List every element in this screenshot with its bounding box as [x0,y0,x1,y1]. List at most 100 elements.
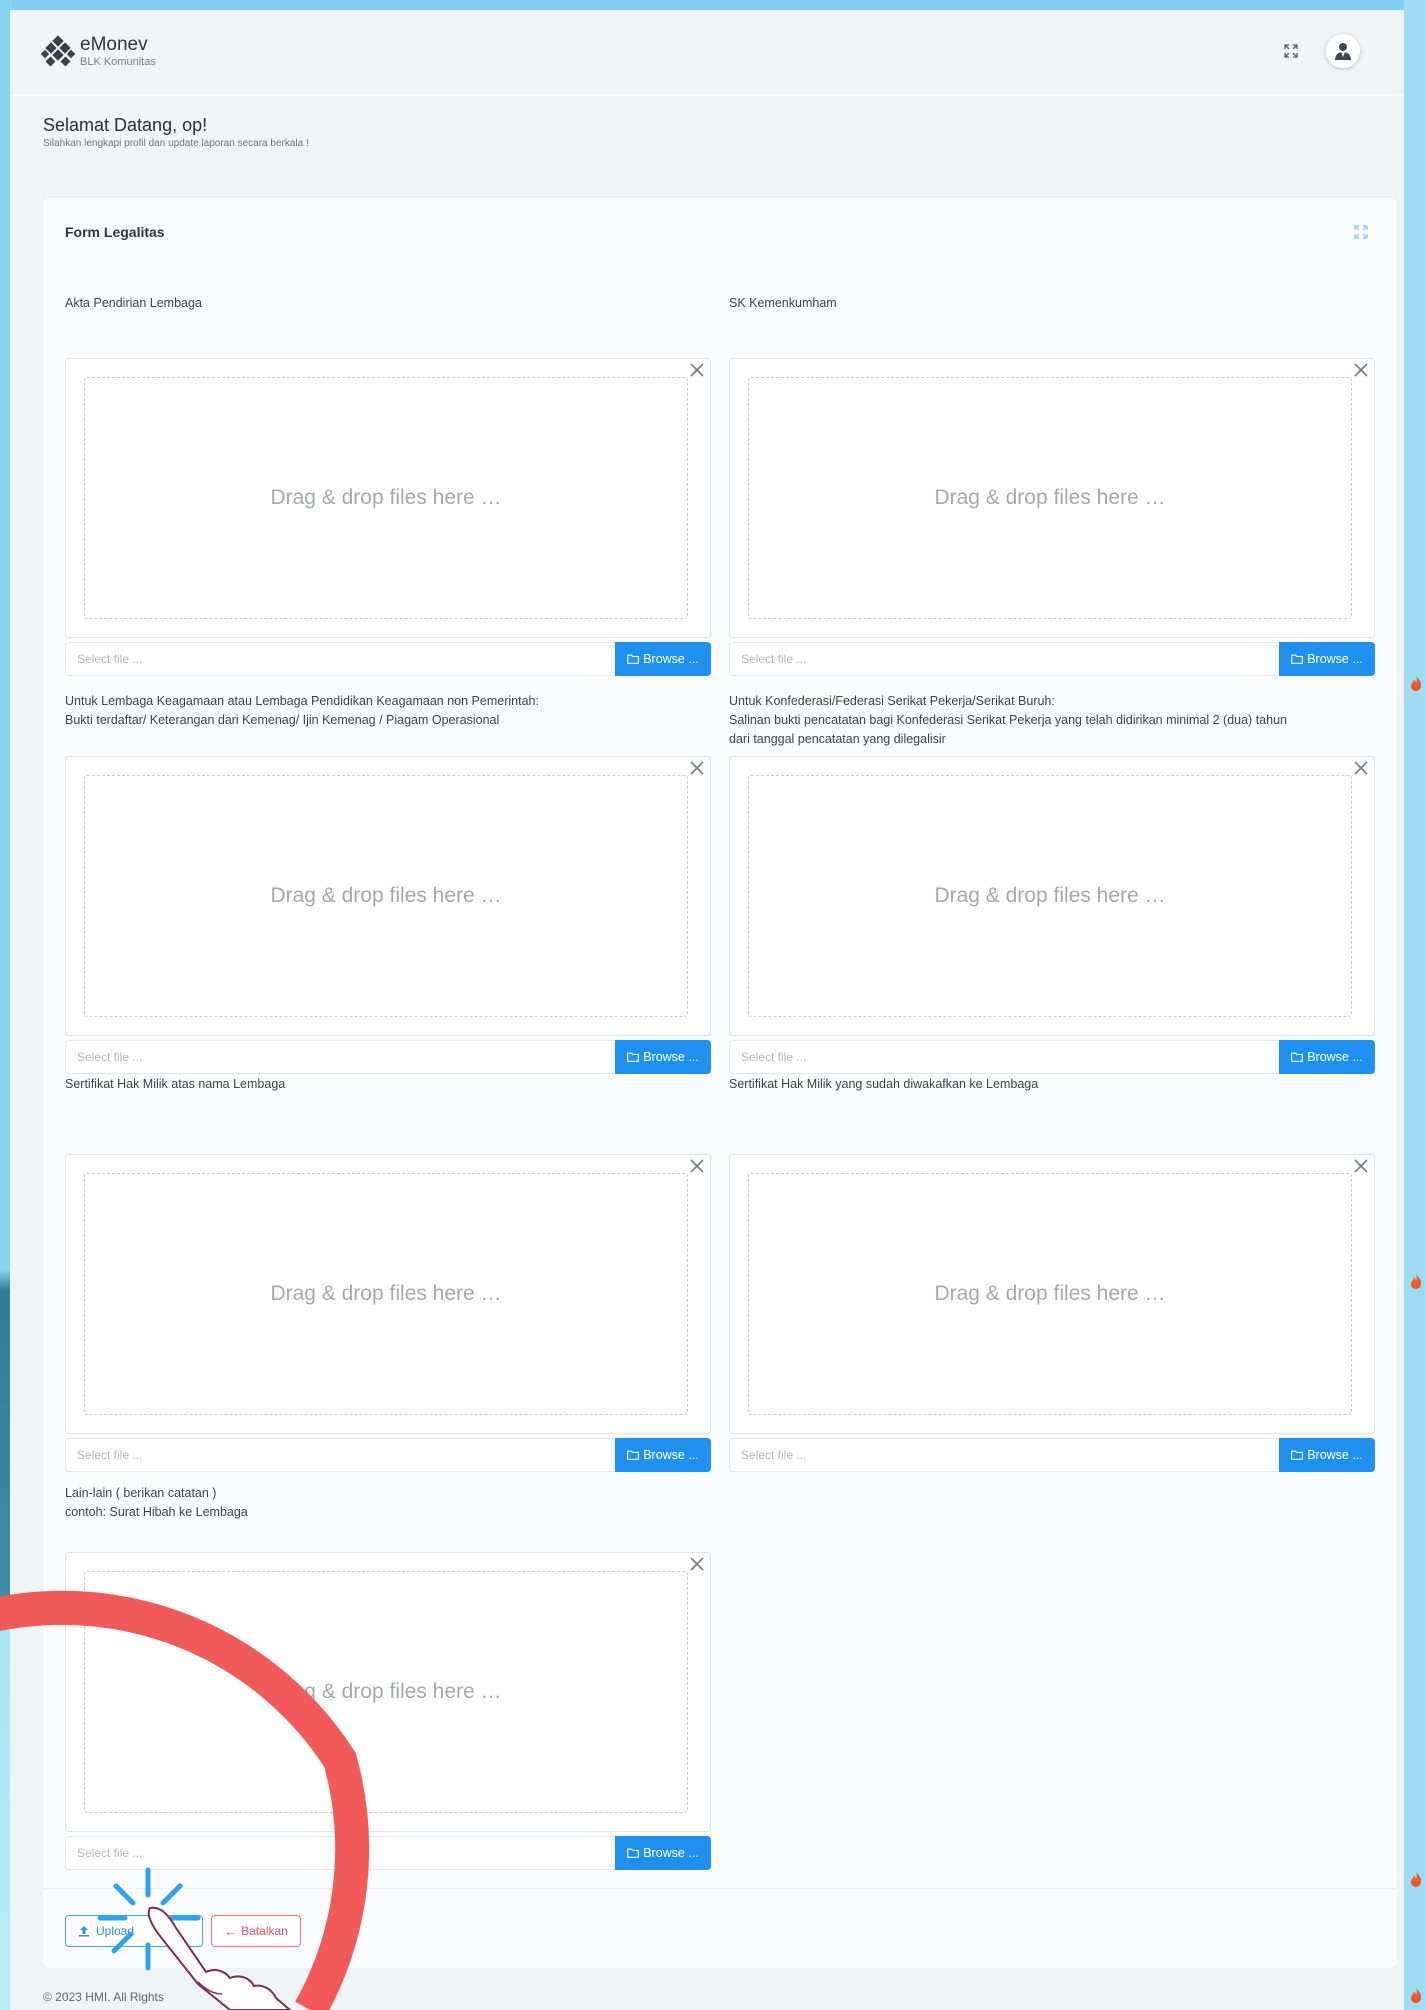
browse-button-label: Browse ... [1307,1050,1363,1064]
label-line: dari tanggal pencatatan yang dilegalisir [729,732,946,746]
browse-button[interactable]: Browse ... [615,1438,711,1472]
dropzone-area[interactable]: Drag & drop files here … [84,775,688,1017]
form-legalitas-card: Form Legalitas Akta Pendirian Lembaga SK… [43,198,1397,1968]
fullscreen-icon[interactable] [1278,38,1304,64]
fire-icon [1411,1871,1422,1887]
browse-button[interactable]: Browse ... [615,1836,711,1870]
label-konfederasi: Untuk Konfederasi/Federasi Serikat Peker… [729,692,1379,749]
label-sk-kemenkumham: SK Kemenkumham [729,294,1369,313]
folder-icon [1291,1052,1304,1062]
dropzone-text: Drag & drop files here … [270,1680,502,1703]
folder-icon [627,654,640,664]
file-path-input[interactable] [729,1040,1279,1074]
dropzone-area[interactable]: Drag & drop files here … [84,1173,688,1415]
browse-button[interactable]: Browse ... [615,642,711,676]
user-avatar[interactable] [1326,34,1360,68]
folder-icon [627,1450,640,1460]
welcome-title: Selamat Datang, op! [43,115,208,135]
close-icon[interactable] [688,759,706,777]
dropzone-text: Drag & drop files here … [270,884,502,907]
dropzone-area[interactable]: Drag & drop files here … [748,1173,1352,1415]
label-shm-wakaf: Sertifikat Hak Milik yang sudah diwakafk… [729,1075,1369,1094]
file-path-input[interactable] [65,1438,615,1472]
file-path-input[interactable] [65,1836,615,1870]
topbar: eMonev BLK Komunitas [10,10,1404,96]
file-select-row: Browse ... [729,642,1375,676]
upload-icon [79,1926,89,1937]
label-line: contoh: Surat Hibah ke Lembaga [65,1505,248,1519]
label-line: Lain-lain ( berikan catatan ) [65,1486,217,1500]
arrow-left-icon: ← [224,1923,238,1939]
welcome-section: Selamat Datang, op! Silahkan lengkapi pr… [43,114,309,149]
browse-button[interactable]: Browse ... [1279,1040,1375,1074]
label-line: Akta Pendirian Lembaga [65,296,202,310]
file-path-input[interactable] [65,642,615,676]
browse-button-label: Browse ... [643,652,699,666]
label-line: Salinan bukti pencatatan bagi Konfederas… [729,713,1287,727]
fire-icon [1411,1273,1422,1289]
app-name: eMonev [80,34,148,55]
browse-button-label: Browse ... [643,1050,699,1064]
dropzone-shm-lembaga[interactable]: Drag & drop files here … [65,1154,711,1434]
card-title: Form Legalitas [65,224,165,240]
file-select-row: Browse ... [729,1040,1375,1074]
browse-button[interactable]: Browse ... [1279,1438,1375,1472]
close-icon[interactable] [1352,361,1370,379]
brand[interactable]: eMonev BLK Komunitas [40,34,156,70]
label-line: Bukti terdaftar/ Keterangan dari Kemenag… [65,713,500,727]
dropzone-shm-wakaf[interactable]: Drag & drop files here … [729,1154,1375,1434]
expand-card-icon[interactable] [1351,222,1371,242]
close-icon[interactable] [688,1157,706,1175]
fire-icon [1411,675,1422,691]
close-icon[interactable] [688,1555,706,1573]
file-path-input[interactable] [65,1040,615,1074]
close-icon[interactable] [1352,1157,1370,1175]
label-line: Sertifikat Hak Milik yang sudah diwakafk… [729,1077,1039,1091]
file-select-row: Browse ... [729,1438,1375,1472]
file-path-input[interactable] [729,642,1279,676]
dropzone-lembaga-keagamaan[interactable]: Drag & drop files here … [65,756,711,1036]
dropzone-text: Drag & drop files here … [270,1282,502,1305]
card-footer-divider [43,1888,1397,1889]
emonev-logo-icon [40,35,76,67]
welcome-subtitle: Silahkan lengkapi profil dan update lapo… [43,138,309,149]
user-avatar-icon [1335,43,1351,60]
dropzone-lain-lain[interactable]: Drag & drop files here … [65,1552,711,1832]
label-shm-lembaga: Sertifikat Hak Milik atas nama Lembaga [65,1075,705,1094]
file-select-row: Browse ... [65,1438,711,1472]
file-select-row: Browse ... [65,1040,711,1074]
label-line: SK Kemenkumham [729,296,837,310]
app-subtitle: BLK Komunitas [80,56,156,68]
dropzone-area[interactable]: Drag & drop files here … [748,377,1352,619]
file-path-input[interactable] [729,1438,1279,1472]
close-icon[interactable] [688,361,706,379]
close-icon[interactable] [1352,759,1370,777]
folder-icon [627,1052,640,1062]
file-select-row: Browse ... [65,642,711,676]
app-window: eMonev BLK Komunitas Selamat Datang, op!… [10,10,1404,2010]
folder-icon [627,1848,640,1858]
dropzone-text: Drag & drop files here … [934,486,1166,509]
browse-button[interactable]: Browse ... [1279,642,1375,676]
dropzone-konfederasi[interactable]: Drag & drop files here … [729,756,1375,1036]
file-select-row: Browse ... [65,1836,711,1870]
dropzone-akta-pendirian[interactable]: Drag & drop files here … [65,358,711,638]
upload-button-label: Upload [96,1924,135,1938]
folder-icon [1291,1450,1304,1460]
dropzone-sk-kemenkumham[interactable]: Drag & drop files here … [729,358,1375,638]
backdrop-top [0,0,1426,10]
label-lain-lain: Lain-lain ( berikan catatan ) contoh: Su… [65,1484,705,1522]
dropzone-area[interactable]: Drag & drop files here … [84,377,688,619]
dropzone-text: Drag & drop files here … [270,486,502,509]
dropzone-area[interactable]: Drag & drop files here … [84,1571,688,1813]
folder-icon [1291,654,1304,664]
label-lembaga-keagamaan: Untuk Lembaga Keagamaan atau Lembaga Pen… [65,692,705,730]
cancel-button[interactable]: ← Batalkan [211,1915,301,1947]
label-akta-pendirian: Akta Pendirian Lembaga [65,294,705,313]
dropzone-text: Drag & drop files here … [934,884,1166,907]
browse-button[interactable]: Browse ... [615,1040,711,1074]
upload-button[interactable]: Upload [65,1915,203,1947]
cancel-button-label: Batalkan [241,1924,288,1938]
label-line: Untuk Lembaga Keagamaan atau Lembaga Pen… [65,694,539,708]
dropzone-area[interactable]: Drag & drop files here … [748,775,1352,1017]
